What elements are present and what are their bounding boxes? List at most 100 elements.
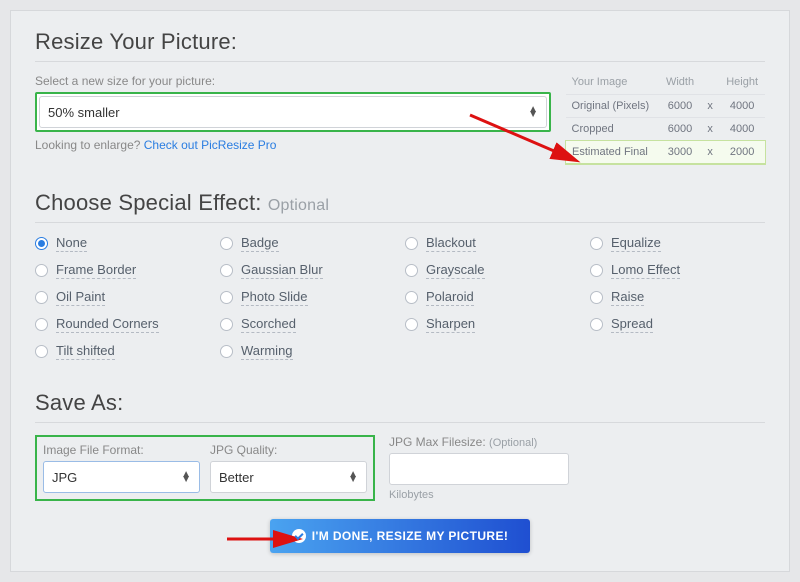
divider xyxy=(35,222,765,223)
radio-icon xyxy=(590,291,603,304)
divider xyxy=(35,61,765,62)
effect-option-label: Spread xyxy=(611,316,653,333)
effect-option-label: Equalize xyxy=(611,235,661,252)
effect-option-label: Badge xyxy=(241,235,279,252)
dims-final-w: 3000 xyxy=(659,141,701,164)
radio-icon xyxy=(405,264,418,277)
effect-option-label: Gaussian Blur xyxy=(241,262,323,279)
effect-option-label: Blackout xyxy=(426,235,476,252)
effect-option[interactable]: Equalize xyxy=(590,235,765,252)
effect-option-label: Tilt shifted xyxy=(56,343,115,360)
effect-option-label: Lomo Effect xyxy=(611,262,680,279)
done-label: I'M DONE, RESIZE MY PICTURE! xyxy=(312,529,509,543)
table-row: Original (Pixels) 6000 x 4000 xyxy=(566,95,766,118)
radio-icon xyxy=(590,237,603,250)
effect-option-label: Photo Slide xyxy=(241,289,308,306)
chevron-updown-icon: ▲▼ xyxy=(181,472,191,482)
resize-heading: Resize Your Picture: xyxy=(35,29,765,55)
radio-icon xyxy=(405,318,418,331)
effect-option-label: Frame Border xyxy=(56,262,136,279)
effect-option[interactable]: Grayscale xyxy=(405,262,580,279)
chevron-updown-icon: ▲▼ xyxy=(348,472,358,482)
effect-option[interactable]: Spread xyxy=(590,316,765,333)
radio-icon xyxy=(35,264,48,277)
radio-icon xyxy=(35,237,48,250)
effect-option-label: Sharpen xyxy=(426,316,475,333)
kb-label: Kilobytes xyxy=(389,489,569,501)
effect-option-label: Grayscale xyxy=(426,262,485,279)
radio-icon xyxy=(405,291,418,304)
dims-final-h: 2000 xyxy=(719,141,765,164)
effect-option[interactable]: Badge xyxy=(220,235,395,252)
save-heading: Save As: xyxy=(35,390,765,416)
effect-option-label: Warming xyxy=(241,343,293,360)
dims-cropped-label: Cropped xyxy=(566,118,660,141)
radio-icon xyxy=(405,237,418,250)
radio-icon xyxy=(220,345,233,358)
effect-option[interactable]: None xyxy=(35,235,210,252)
radio-icon xyxy=(590,264,603,277)
resize-size-value: 50% smaller xyxy=(48,105,120,120)
maxfs-input[interactable] xyxy=(389,453,569,485)
enlarge-prefix: Looking to enlarge? xyxy=(35,138,144,152)
effect-option[interactable]: Gaussian Blur xyxy=(220,262,395,279)
effect-option[interactable]: Lomo Effect xyxy=(590,262,765,279)
effect-option-label: Scorched xyxy=(241,316,296,333)
maxfs-label-text: JPG Max Filesize: xyxy=(389,435,486,449)
effects-heading: Choose Special Effect: Optional xyxy=(35,190,765,216)
enlarge-hint: Looking to enlarge? Check out PicResize … xyxy=(35,138,551,152)
picresize-pro-link[interactable]: Check out PicResize Pro xyxy=(144,138,277,152)
dimensions-table: Your Image Width Height Original (Pixels… xyxy=(565,74,765,164)
quality-value: Better xyxy=(219,470,254,485)
effect-option[interactable]: Polaroid xyxy=(405,289,580,306)
dims-col-height: Height xyxy=(719,74,765,95)
radio-icon xyxy=(220,264,233,277)
dims-cropped-h: 4000 xyxy=(719,118,765,141)
dims-col-width: Width xyxy=(659,74,701,95)
effects-grid: None Badge Blackout Equalize Frame Border Gau… xyxy=(35,235,765,360)
dims-original-w: 6000 xyxy=(659,95,701,118)
chevron-updown-icon: ▲▼ xyxy=(528,107,538,117)
effect-option-label: Oil Paint xyxy=(56,289,105,306)
quality-select[interactable]: Better ▲▼ xyxy=(210,461,367,493)
effect-option-label: None xyxy=(56,235,87,252)
dims-original-h: 4000 xyxy=(719,95,765,118)
radio-icon xyxy=(35,291,48,304)
effect-option[interactable]: Scorched xyxy=(220,316,395,333)
radio-icon xyxy=(220,237,233,250)
effect-option[interactable]: Photo Slide xyxy=(220,289,395,306)
radio-icon xyxy=(35,345,48,358)
effect-option[interactable]: Warming xyxy=(220,343,395,360)
resize-size-highlight: 50% smaller ▲▼ xyxy=(35,92,551,132)
effect-option[interactable]: Tilt shifted xyxy=(35,343,210,360)
resize-size-label: Select a new size for your picture: xyxy=(35,74,551,88)
table-row: Cropped 6000 x 4000 xyxy=(566,118,766,141)
effect-option-label: Polaroid xyxy=(426,289,474,306)
effect-option-label: Raise xyxy=(611,289,644,306)
maxfs-optional: (Optional) xyxy=(489,437,537,449)
effect-option-label: Rounded Corners xyxy=(56,316,159,333)
radio-icon xyxy=(220,318,233,331)
effects-optional-text: Optional xyxy=(268,197,329,214)
format-select[interactable]: JPG ▲▼ xyxy=(43,461,200,493)
effect-option[interactable]: Oil Paint xyxy=(35,289,210,306)
maxfs-label: JPG Max Filesize: (Optional) xyxy=(389,435,569,449)
table-row-final: Estimated Final 3000 x 2000 xyxy=(566,141,766,164)
quality-label: JPG Quality: xyxy=(210,443,367,457)
check-circle-icon xyxy=(292,529,306,543)
radio-icon xyxy=(590,318,603,331)
radio-icon xyxy=(220,291,233,304)
dims-col-image: Your Image xyxy=(566,74,660,95)
resize-size-select[interactable]: 50% smaller ▲▼ xyxy=(39,96,547,128)
save-highlight: Image File Format: JPG ▲▼ JPG Quality: B… xyxy=(35,435,375,501)
effects-heading-text: Choose Special Effect: xyxy=(35,190,262,215)
effect-option[interactable]: Sharpen xyxy=(405,316,580,333)
effect-option[interactable]: Raise xyxy=(590,289,765,306)
radio-icon xyxy=(35,318,48,331)
dims-cropped-w: 6000 xyxy=(659,118,701,141)
effect-option[interactable]: Blackout xyxy=(405,235,580,252)
effect-option[interactable]: Rounded Corners xyxy=(35,316,210,333)
effect-option[interactable]: Frame Border xyxy=(35,262,210,279)
done-resize-button[interactable]: I'M DONE, RESIZE MY PICTURE! xyxy=(270,519,531,553)
format-label: Image File Format: xyxy=(43,443,200,457)
